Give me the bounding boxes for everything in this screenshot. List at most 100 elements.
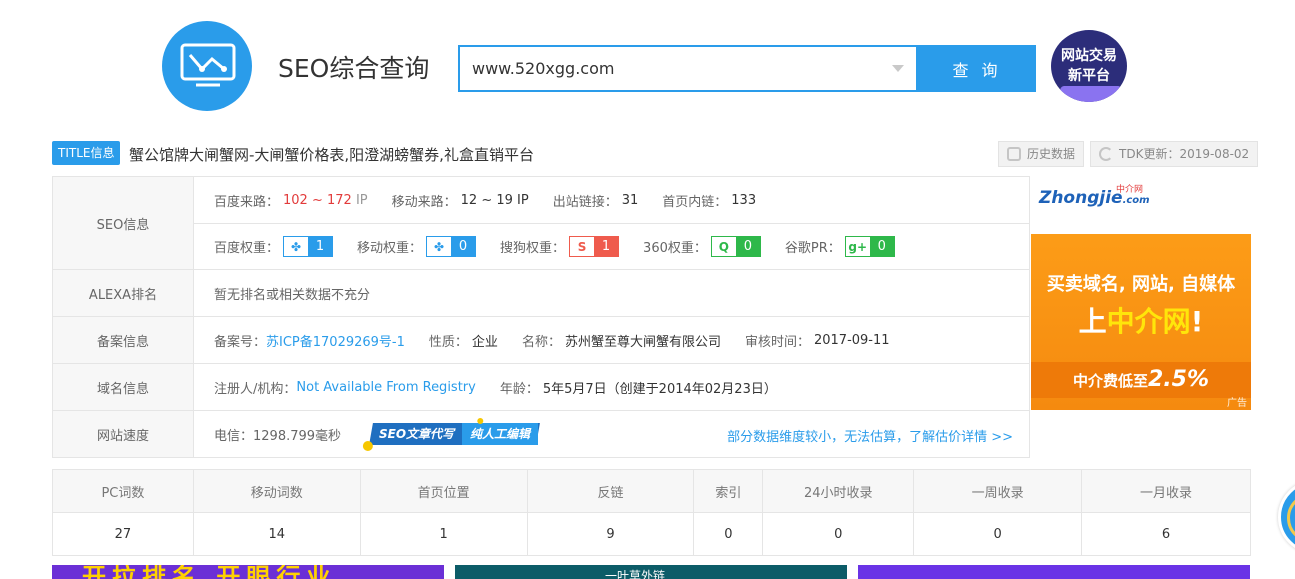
stats-header-row: PC词数 移动词数 首页位置 反链 索引 24小时收录 一周收录 一月收录 [52, 469, 1251, 513]
speed-row: 网站速度 电信：1298.799毫秒 SEO文章代写 纯人工编辑 部分数据维度较小… [53, 411, 1029, 457]
alexa-label: ALEXA排名 [53, 270, 194, 316]
history-data-label: 历史数据 [1027, 147, 1076, 161]
title-tag: TITLE信息 [52, 141, 121, 165]
stats-header-week: 一周收录 [913, 469, 1083, 513]
icp-number-link[interactable]: 苏ICP备17029269号-1 [266, 331, 405, 350]
monitor-chart-icon [180, 43, 236, 87]
estimate-details-link[interactable]: 部分数据维度较小，无法估算，了解估价详情 >> [727, 426, 1013, 445]
ad-logo-area: Zhongjie.com 中介网 [1031, 176, 1251, 234]
registrant-link[interactable]: Not Available From Registry [296, 380, 475, 395]
trade-badge-line1: 网站交易 [1061, 48, 1117, 64]
stats-header-backlinks: 反链 [526, 469, 695, 513]
bottom-banner-2[interactable]: 一叶草外链 [455, 565, 847, 579]
site-title: SEO综合查询 [278, 54, 430, 83]
seo-writing-ad-ribbon[interactable]: SEO文章代写 纯人工编辑 [362, 418, 541, 451]
search-button[interactable]: 查 询 [918, 45, 1036, 92]
inner-links-value[interactable]: 133 [731, 193, 756, 208]
stats-header-homepage-position: 首页位置 [359, 469, 528, 513]
icp-nature-label: 性质： [428, 334, 468, 350]
stats-backlinks[interactable]: 9 [526, 512, 695, 556]
stats-index[interactable]: 0 [693, 512, 764, 556]
sogou-weight-badge[interactable]: S1 [569, 236, 620, 257]
outbound-links-value[interactable]: 31 [622, 193, 639, 208]
outbound-links-label: 出站链接： [552, 194, 618, 210]
stats-homepage-position: 1 [359, 512, 528, 556]
google-pr-label: 谷歌PR： [784, 241, 841, 256]
ribbon-part2: 纯人工编辑 [462, 423, 539, 445]
google-pr-badge[interactable]: g+ 0 [844, 236, 895, 257]
ribbon-part1: SEO文章代写 [379, 427, 455, 441]
baidu-paw-icon: ✤ [427, 237, 452, 256]
icp-audit-label: 审核时间： [744, 334, 810, 350]
bottom-banner-3[interactable] [858, 565, 1250, 579]
stats-header-month: 一月收录 [1081, 469, 1251, 513]
baidu-weight-badge[interactable]: ✤ 1 [283, 236, 334, 257]
stack-icon [1007, 147, 1021, 161]
refresh-icon [1099, 147, 1113, 161]
icp-row: 备案信息 备案号： 苏ICP备17029269号-1 性质： 企业 名称： 苏州蟹至尊… [53, 317, 1029, 364]
icp-label: 备案信息 [53, 317, 194, 363]
trade-badge-line2: 新平台 [1068, 68, 1110, 84]
sogou-weight-label: 搜狗权重： [500, 241, 566, 256]
side-float-widget[interactable] [1278, 480, 1295, 554]
stats-24h[interactable]: 0 [762, 512, 915, 556]
search-box [458, 45, 918, 92]
stats-header-mobile-words: 移动词数 [192, 469, 361, 513]
tdk-update-button[interactable]: TDK更新：2019-08-02 [1090, 141, 1259, 167]
telecom-speed: 电信：1298.799毫秒 [214, 428, 342, 444]
icp-nature-value: 企业 [471, 334, 498, 350]
mobile-source-label: 移动来路： [391, 194, 457, 210]
stats-pc-words[interactable]: 27 [52, 512, 194, 556]
keyword-stats-table: PC词数 移动词数 首页位置 反链 索引 24小时收录 一周收录 一月收录 27… [52, 469, 1251, 556]
history-dropdown-icon[interactable] [892, 65, 904, 72]
stats-week[interactable]: 0 [913, 512, 1083, 556]
baidu-source-value: 102 ~ 172 [283, 192, 352, 208]
ad-headline: 买卖域名, 网站, 自媒体 [1046, 274, 1236, 295]
stats-header-24h: 24小时收录 [762, 469, 915, 513]
icp-name-label: 名称： [521, 334, 561, 350]
history-data-button[interactable]: 历史数据 [998, 141, 1085, 167]
google-plus-icon: g+ [845, 237, 870, 256]
domain-age-value: 5年5月7日（创建于2014年02月23日） [542, 381, 777, 397]
info-table: SEO信息 百度来路： 102 ~ 172 IP 移动来路： 12 ~ 19 IP … [52, 176, 1030, 458]
registrant-label: 注册人/机构： [214, 381, 297, 397]
search-input[interactable] [460, 47, 860, 90]
ad-slogan: 上中介网! [1078, 305, 1204, 338]
page-title-text: 蟹公馆牌大闸蟹网-大闸蟹价格表,阳澄湖螃蟹券,礼盒直销平台 [129, 146, 534, 164]
stats-header-pc-words: PC词数 [52, 469, 194, 513]
side-float-ring [1287, 493, 1295, 543]
banner2-text: 一叶草外链 [605, 569, 666, 579]
baidu-weight-label: 百度权重： [214, 241, 280, 256]
icp-number-label: 备案号： [214, 334, 267, 350]
baidu-paw-icon: ✤ [284, 237, 309, 256]
banner1-text: 开拉排名 开眼行业 [82, 565, 337, 579]
mobile-weight-label: 移动权重： [357, 241, 423, 256]
tdk-update-label: TDK更新：2019-08-02 [1119, 147, 1250, 161]
domain-row: 域名信息 注册人/机构： Not Available From Registry … [53, 364, 1029, 411]
sogou-s-icon: S [570, 237, 595, 256]
ad-tag: 广告 [1227, 398, 1247, 409]
trade-platform-badge[interactable]: 网站交易 新平台 [1051, 30, 1127, 102]
360-weight-label: 360权重： [643, 241, 707, 256]
domain-label: 域名信息 [53, 364, 194, 410]
360-q-icon: Q [711, 237, 736, 256]
stats-value-row: 27 14 1 9 0 0 0 6 [52, 512, 1251, 556]
baidu-source-unit: IP [355, 192, 368, 208]
seo-label: SEO信息 [53, 177, 194, 269]
stats-month[interactable]: 6 [1081, 512, 1251, 556]
domain-age-label: 年龄： [499, 381, 539, 397]
site-logo[interactable] [162, 21, 252, 111]
seo-row: SEO信息 百度来路： 102 ~ 172 IP 移动来路： 12 ~ 19 IP … [53, 177, 1029, 270]
alexa-text: 暂无排名或相关数据不充分 [214, 287, 371, 303]
badge-base-graphic [1056, 86, 1122, 102]
stats-header-index: 索引 [693, 469, 764, 513]
alexa-row: ALEXA排名 暂无排名或相关数据不充分 [53, 270, 1029, 317]
mobile-weight-badge[interactable]: ✤ 0 [426, 236, 477, 257]
bottom-banner-1[interactable]: 开拉排名 开眼行业 [52, 565, 444, 579]
360-weight-badge[interactable]: Q0 [710, 236, 761, 257]
mobile-source-value: 12 ~ 19 IP [460, 192, 529, 208]
icp-name-value: 苏州蟹至尊大闸蟹有限公司 [564, 334, 721, 350]
zhongjie-logo-cn: 中介网 [1116, 185, 1144, 195]
zhongjie-ad[interactable]: Zhongjie.com 中介网 买卖域名, 网站, 自媒体 上中介网! 中介费… [1031, 176, 1251, 410]
stats-mobile-words[interactable]: 14 [192, 512, 361, 556]
